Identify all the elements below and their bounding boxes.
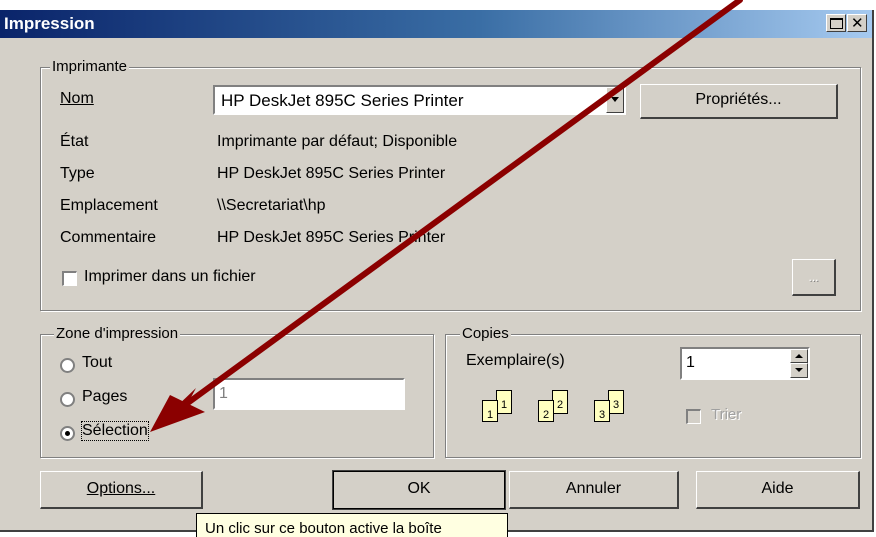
annotation-arrow-icon (150, 0, 743, 432)
